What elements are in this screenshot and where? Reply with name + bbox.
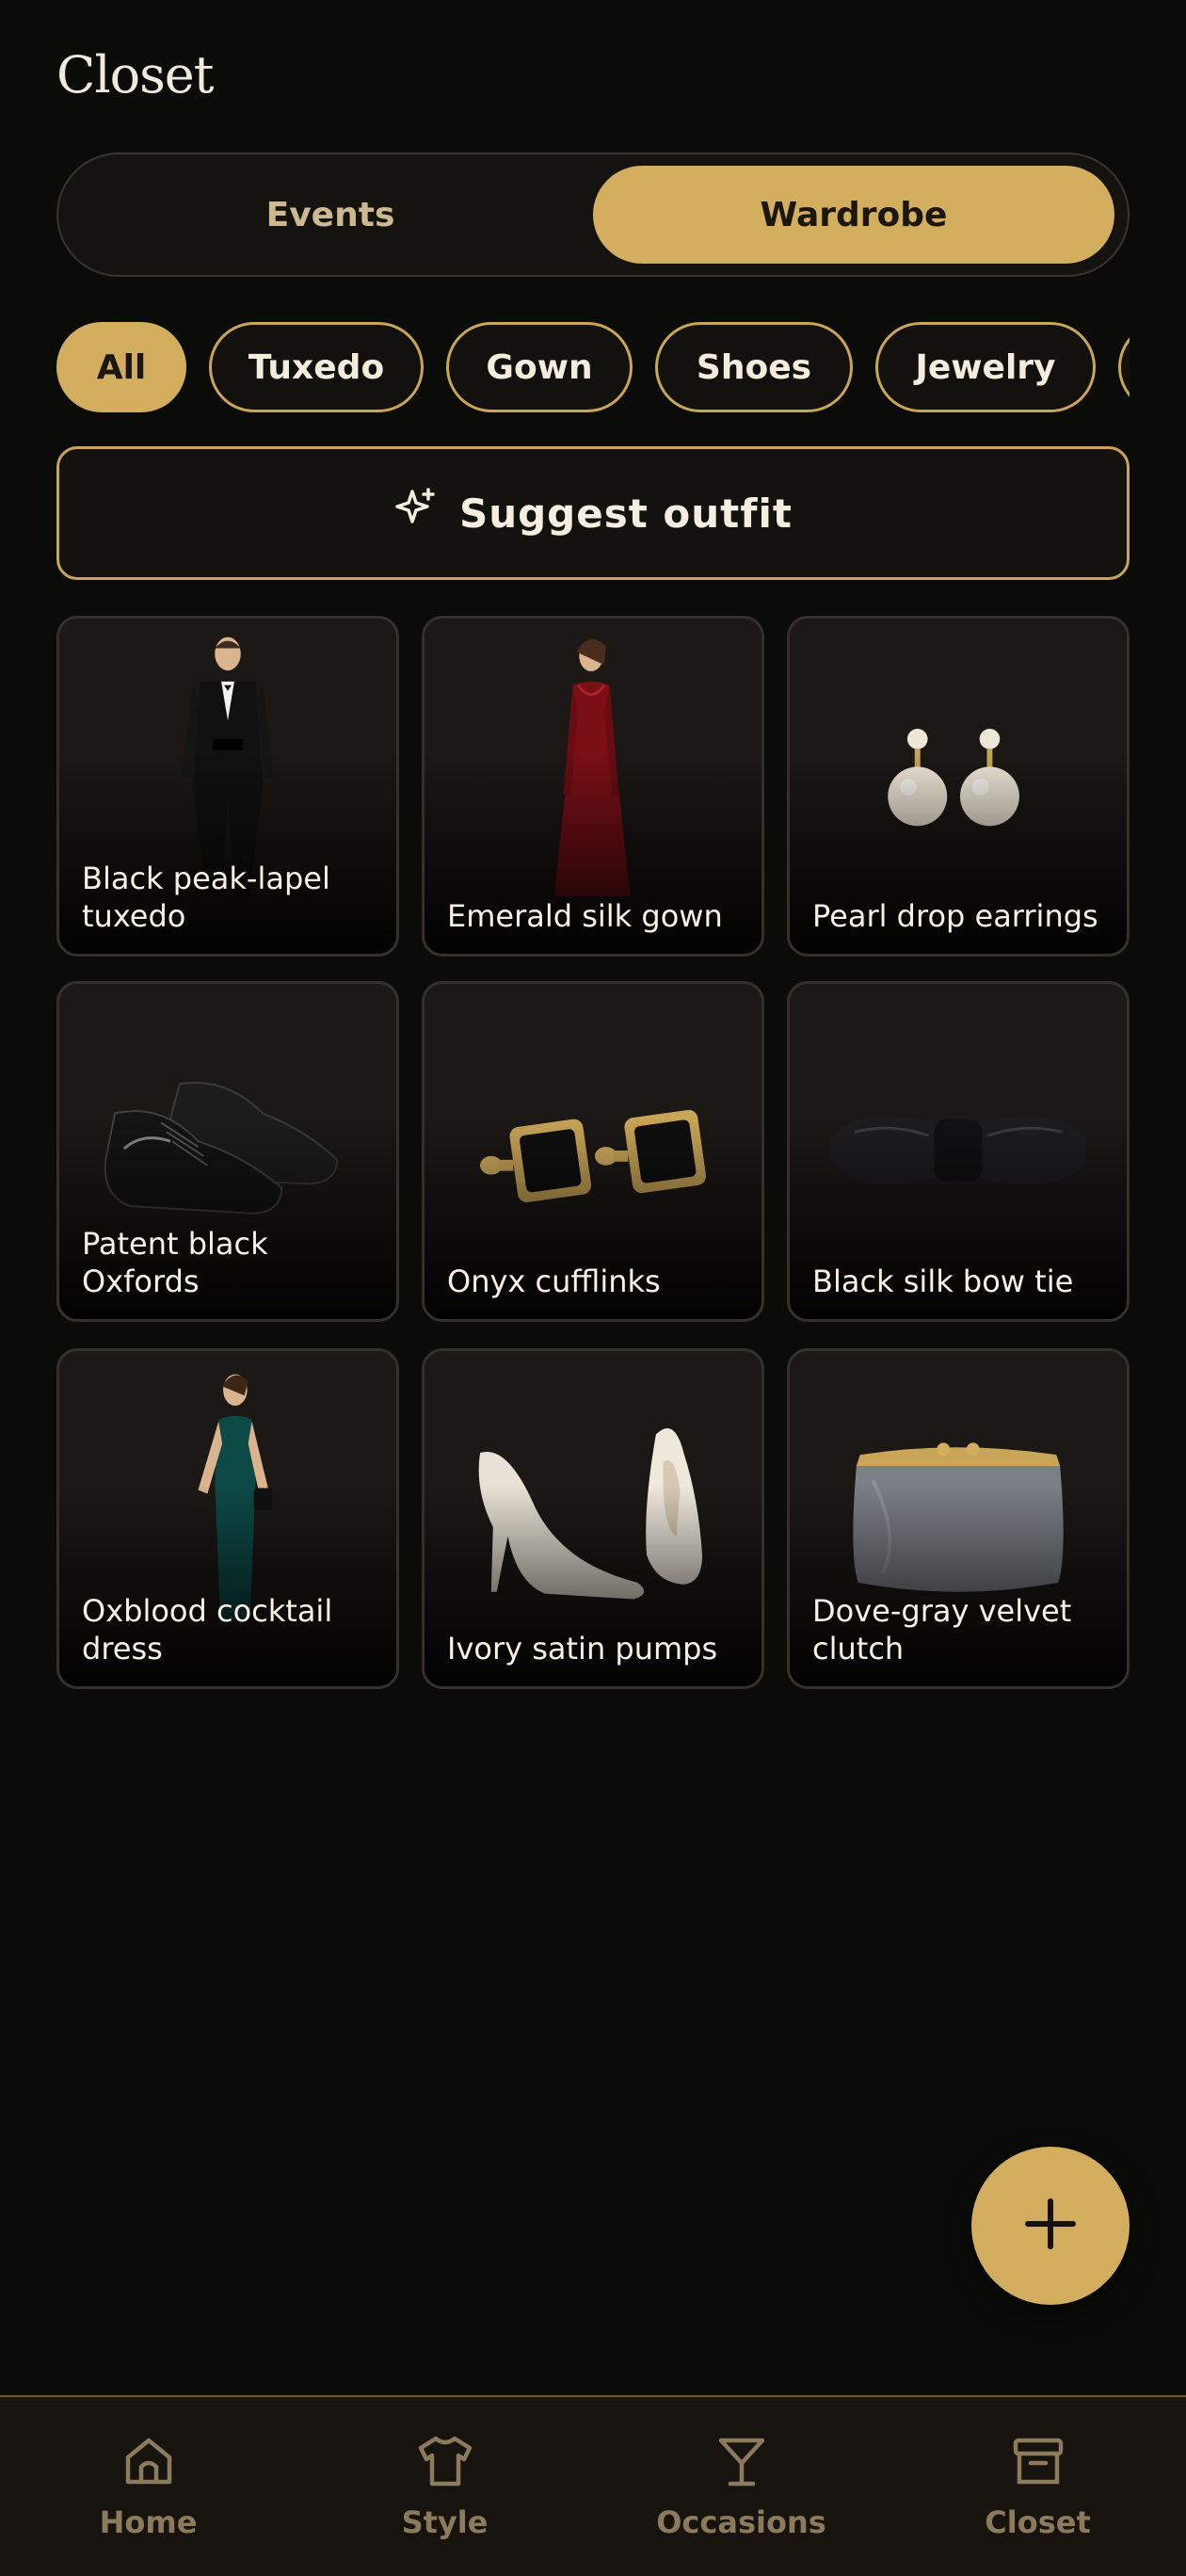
filter-chip-overflow[interactable] — [1118, 322, 1130, 412]
bottom-navigation: Home Style Occasions Closet — [0, 2395, 1186, 2576]
wardrobe-item-card[interactable]: Onyx cufflinks — [422, 981, 764, 1322]
archive-box-icon — [1008, 2431, 1068, 2495]
nav-label-home: Home — [99, 2504, 198, 2540]
segment-events[interactable]: Events — [70, 166, 591, 264]
nav-tab-occasions[interactable]: Occasions — [593, 2397, 890, 2576]
nav-tab-home[interactable]: Home — [0, 2397, 296, 2576]
wardrobe-item-card[interactable]: Black silk bow tie — [787, 981, 1130, 1322]
suggest-outfit-button[interactable]: Suggest outfit — [56, 446, 1130, 580]
item-label: Pearl drop earrings — [812, 898, 1098, 934]
filter-chip-tuxedo[interactable]: Tuxedo — [209, 322, 424, 412]
nav-tab-style[interactable]: Style — [296, 2397, 593, 2576]
filter-chip-all[interactable]: All — [56, 322, 186, 412]
nav-label-style: Style — [401, 2504, 489, 2540]
suggest-outfit-label: Suggest outfit — [458, 490, 793, 537]
sparkle-icon — [393, 486, 439, 540]
home-icon — [119, 2431, 179, 2495]
plus-icon — [1022, 2196, 1079, 2256]
item-label: Black silk bow tie — [812, 1264, 1074, 1299]
wardrobe-item-card[interactable]: Dove-gray velvet clutch — [787, 1348, 1130, 1689]
item-label: Black peak-lapel tuxedo — [82, 861, 330, 934]
cocktail-glass-icon — [712, 2431, 772, 2495]
wardrobe-item-card[interactable]: Ivory satin pumps — [422, 1348, 764, 1689]
filter-chip-gown[interactable]: Gown — [446, 322, 633, 412]
segment-wardrobe[interactable]: Wardrobe — [593, 166, 1114, 264]
shirt-icon — [415, 2431, 475, 2495]
wardrobe-item-card[interactable]: Patent black Oxfords — [56, 981, 399, 1322]
filter-chip-shoes[interactable]: Shoes — [655, 322, 853, 412]
item-label: Oxblood cocktail dress — [82, 1593, 333, 1666]
nav-label-occasions: Occasions — [656, 2504, 826, 2540]
filter-chip-jewelry[interactable]: Jewelry — [875, 322, 1096, 412]
item-label: Onyx cufflinks — [447, 1264, 661, 1299]
item-label: Patent black Oxfords — [82, 1226, 268, 1299]
wardrobe-item-card[interactable]: Pearl drop earrings — [787, 616, 1130, 957]
nav-tab-closet[interactable]: Closet — [890, 2397, 1186, 2576]
add-item-button[interactable] — [971, 2147, 1130, 2305]
page-title: Closet — [56, 45, 214, 105]
wardrobe-item-card[interactable]: Black peak-lapel tuxedo — [56, 616, 399, 957]
wardrobe-item-card[interactable]: Oxblood cocktail dress — [56, 1348, 399, 1689]
item-label: Emerald silk gown — [447, 898, 723, 934]
view-segmented-control: Events Wardrobe — [56, 153, 1130, 277]
nav-label-closet: Closet — [985, 2504, 1091, 2540]
filter-chip-row[interactable]: All Tuxedo Gown Shoes Jewelry — [56, 322, 1130, 412]
item-label: Dove-gray velvet clutch — [812, 1593, 1072, 1666]
wardrobe-item-card[interactable]: Emerald silk gown — [422, 616, 764, 957]
item-label: Ivory satin pumps — [447, 1631, 718, 1666]
